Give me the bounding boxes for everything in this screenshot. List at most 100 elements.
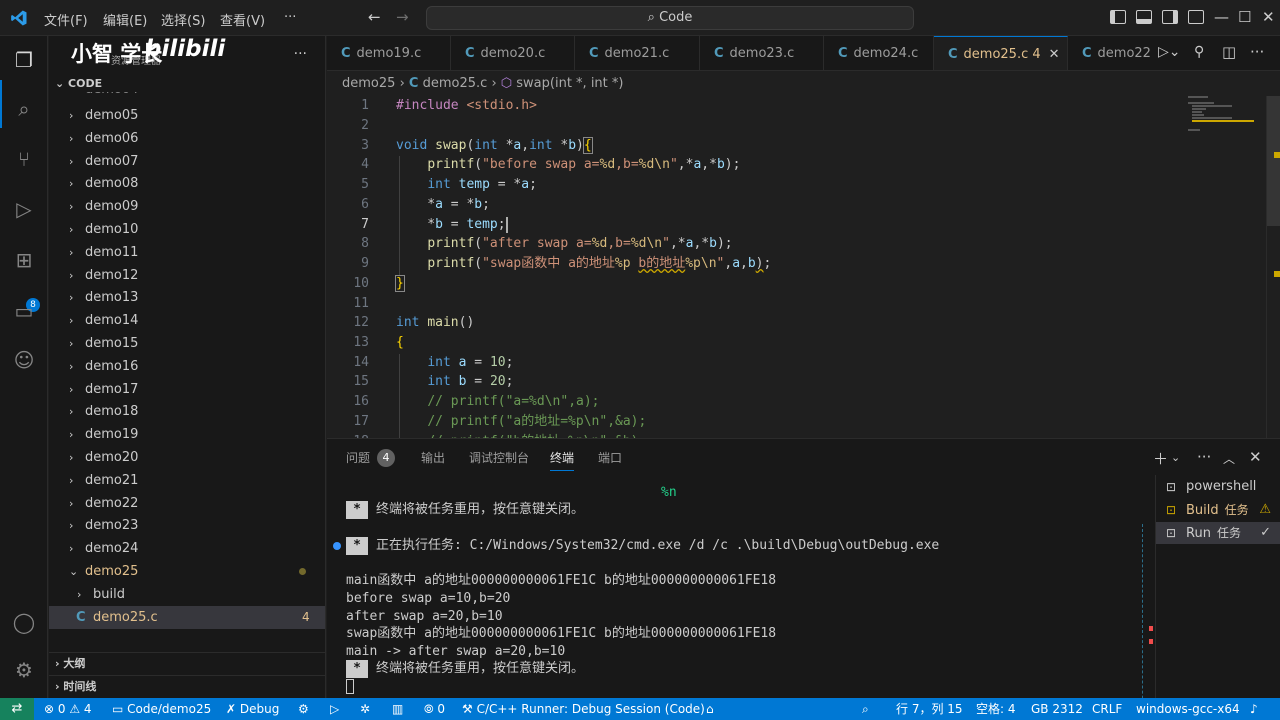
settings-gear-icon[interactable]: ⚙ <box>12 658 36 682</box>
more-actions-icon[interactable]: ··· <box>1197 448 1211 466</box>
run-file-icon[interactable]: ▷⌄ <box>1158 44 1181 60</box>
outline-section-header[interactable]: › 大纲 <box>49 652 326 674</box>
chevron-down-icon[interactable]: ⌄ <box>1171 451 1180 464</box>
folder-demo07[interactable]: › demo07 <box>49 150 325 173</box>
folder-demo18[interactable]: › demo18 <box>49 400 325 423</box>
editor-scrollbar[interactable] <box>1266 96 1280 438</box>
run-debug-icon[interactable]: ▷ <box>12 197 36 221</box>
file-demo25-c[interactable]: C demo25.c 4 <box>49 606 325 629</box>
folder-demo12[interactable]: › demo12 <box>49 264 325 287</box>
remote-explorer-icon[interactable]: ▭ <box>12 299 36 323</box>
cursor-position[interactable]: 行 7，列 15 <box>896 698 963 720</box>
minimize-icon[interactable]: — <box>1214 8 1229 26</box>
tab-demo20[interactable]: Cdemo20.c <box>451 36 575 70</box>
tab-debug-console[interactable]: 调试控制台 <box>469 449 529 471</box>
tab-ports[interactable]: 端口 <box>598 449 622 471</box>
chevron-up-icon[interactable]: ︿ <box>1223 450 1235 467</box>
terminal-entry-run[interactable]: ⊡ Run 任务 ✓ <box>1156 522 1280 544</box>
debug-status[interactable]: ✗ Debug <box>226 698 279 720</box>
zoom-icon[interactable]: ⌕ <box>862 698 869 720</box>
toggle-sidebar-icon[interactable] <box>1110 10 1126 24</box>
customize-layout-icon[interactable] <box>1188 10 1204 24</box>
close-panel-icon[interactable]: ✕ <box>1249 448 1262 466</box>
toggle-secondary-sidebar-icon[interactable] <box>1162 10 1178 24</box>
folder-demo25[interactable]: ⌄ demo25 <box>49 560 325 583</box>
extensions-icon[interactable]: ⊞ <box>12 248 36 272</box>
menu-edit[interactable]: 编辑(E) <box>103 10 147 29</box>
menu-file[interactable]: 文件(F) <box>44 10 88 29</box>
folder-demo10[interactable]: › demo10 <box>49 218 325 241</box>
home-icon[interactable]: ⌂ <box>706 698 714 720</box>
breadcrumb-symbol[interactable]: swap(int *, int *) <box>516 76 623 91</box>
folder-demo08[interactable]: › demo08 <box>49 172 325 195</box>
folder-demo21[interactable]: › demo21 <box>49 469 325 492</box>
menu-view[interactable]: 查看(V) <box>220 10 265 29</box>
account-icon[interactable]: ◯ <box>12 610 36 634</box>
remote-indicator-icon[interactable]: ⇄ <box>0 698 34 720</box>
tab-terminal[interactable]: 终端 <box>550 449 575 471</box>
folder-demo09[interactable]: › demo09 <box>49 195 325 218</box>
forward-arrow-icon[interactable]: → <box>396 8 409 26</box>
source-control-icon[interactable]: ⑂ <box>12 147 36 171</box>
more-actions-icon[interactable]: ··· <box>294 46 307 62</box>
timeline-section-header[interactable]: › 时间线 <box>49 675 326 697</box>
folder-build[interactable]: › build <box>49 583 325 606</box>
tab-demo23[interactable]: Cdemo23.c <box>700 36 824 70</box>
folder-demo19[interactable]: › demo19 <box>49 423 325 446</box>
tab-demo21[interactable]: Cdemo21.c <box>575 36 700 70</box>
list-item[interactable]: demo04 <box>49 92 325 100</box>
explorer-icon[interactable]: ❐ <box>12 48 36 72</box>
problems-status[interactable]: ⊗ 0 ⚠ 4 <box>44 698 92 720</box>
tab-demo25[interactable]: Cdemo25.c 4 ✕ <box>934 36 1068 70</box>
minimap[interactable] <box>1186 96 1266 438</box>
breadcrumb-folder[interactable]: demo25 <box>342 76 395 91</box>
search-icon[interactable]: ⌕ <box>12 97 36 121</box>
split-editor-icon[interactable]: ◫ <box>1222 43 1236 61</box>
runner-status[interactable]: ⚒ C/C++ Runner: Debug Session (Code) <box>462 698 705 720</box>
folder-demo14[interactable]: › demo14 <box>49 309 325 332</box>
code-editor[interactable]: 123456789101112131415161718 #include <st… <box>327 96 1280 438</box>
folder-status[interactable]: ▭ Code/demo25 <box>112 698 211 720</box>
folder-demo22[interactable]: › demo22 <box>49 492 325 515</box>
toggle-panel-icon[interactable] <box>1136 10 1152 24</box>
encoding-status[interactable]: GB 2312 <box>1031 698 1083 720</box>
scrollbar-thumb[interactable] <box>1267 96 1280 226</box>
command-center-search[interactable]: ⌕ Code <box>426 6 914 30</box>
menu-selection[interactable]: 选择(S) <box>161 10 205 29</box>
terminal-entry-powershell[interactable]: ⊡ powershell <box>1156 476 1280 498</box>
folder-demo05[interactable]: › demo05 <box>49 104 325 127</box>
tab-demo19[interactable]: Cdemo19.c <box>327 36 451 70</box>
folder-demo15[interactable]: › demo15 <box>49 332 325 355</box>
folder-demo13[interactable]: › demo13 <box>49 286 325 309</box>
folder-demo24[interactable]: › demo24 <box>49 537 325 560</box>
breadcrumb-file[interactable]: demo25.c <box>423 76 488 91</box>
indentation-status[interactable]: 空格: 4 <box>976 698 1016 720</box>
folder-demo06[interactable]: › demo06 <box>49 127 325 150</box>
new-terminal-icon[interactable]: ＋ <box>1153 448 1168 469</box>
copilot-icon[interactable]: ☺ <box>12 348 36 372</box>
settings-gear-icon[interactable]: ⚙ <box>298 698 309 720</box>
close-window-icon[interactable]: ✕ <box>1262 8 1275 26</box>
folder-demo20[interactable]: › demo20 <box>49 446 325 469</box>
debug-pin-icon[interactable]: ⚲ <box>1194 44 1204 60</box>
tab-problems[interactable]: 问题 <box>346 449 370 471</box>
folder-demo17[interactable]: › demo17 <box>49 378 325 401</box>
folder-demo16[interactable]: › demo16 <box>49 355 325 378</box>
close-tab-icon[interactable]: ✕ <box>1049 47 1060 62</box>
tab-demo24[interactable]: Cdemo24.c <box>824 36 934 70</box>
back-arrow-icon[interactable]: ← <box>368 8 381 26</box>
folder-demo11[interactable]: › demo11 <box>49 241 325 264</box>
more-actions-icon[interactable]: ··· <box>1250 43 1264 61</box>
terminal-scrollbar[interactable] <box>1142 524 1152 720</box>
debug-bug-icon[interactable]: ✲ <box>360 698 370 720</box>
tab-output[interactable]: 输出 <box>421 449 445 471</box>
ports-status[interactable]: ⦾ 0 <box>424 698 445 720</box>
play-icon[interactable]: ▷ <box>330 698 339 720</box>
notifications-bell-icon[interactable]: ♪ <box>1250 698 1258 720</box>
menu-more[interactable]: ··· <box>284 10 296 25</box>
folder-demo23[interactable]: › demo23 <box>49 514 325 537</box>
compiler-status[interactable]: windows-gcc-x64 <box>1136 698 1240 720</box>
maximize-icon[interactable]: ☐ <box>1238 8 1251 26</box>
eol-status[interactable]: CRLF <box>1092 698 1122 720</box>
trash-icon[interactable]: ▥ <box>392 698 403 720</box>
